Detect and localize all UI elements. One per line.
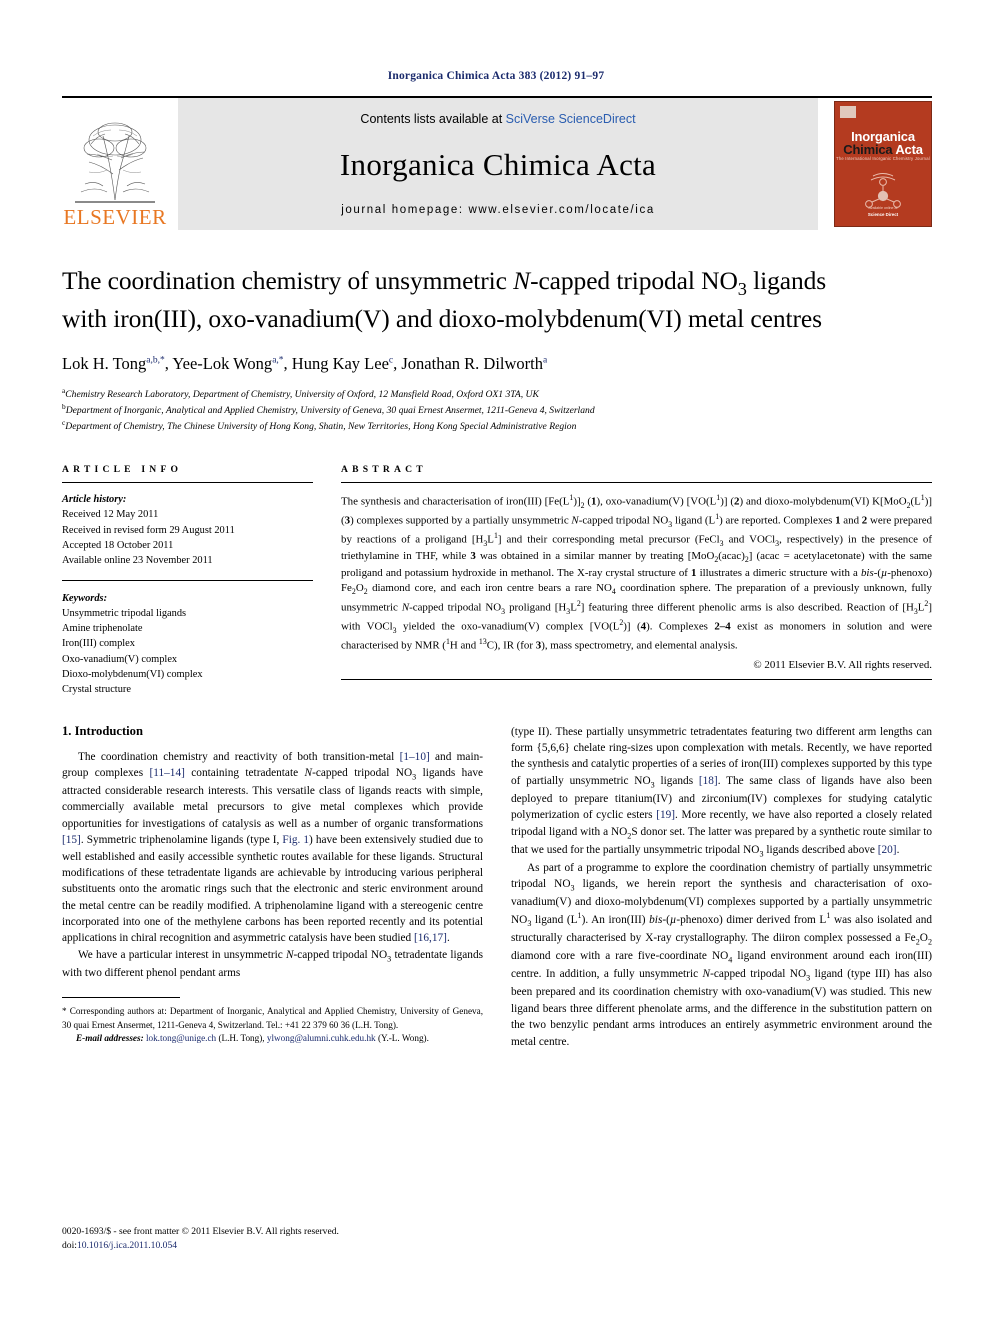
journal-homepage[interactable]: journal homepage: www.elsevier.com/locat…	[341, 204, 655, 216]
intro-paragraph-3: As part of a programme to explore the co…	[511, 861, 933, 1048]
history-item: Received in revised form 29 August 2011	[62, 524, 235, 536]
figure-link[interactable]: Fig. 1	[282, 834, 309, 846]
footnote-rule	[62, 997, 180, 999]
elsevier-wordmark: ELSEVIER	[63, 205, 167, 229]
body-column-left: 1. Introduction The coordination chemist…	[62, 724, 483, 1254]
history-item: Accepted 18 October 2011	[62, 539, 174, 551]
affiliation-item: bDepartment of Inorganic, Analytical and…	[62, 401, 595, 416]
cover-footer: Available online at Science Direct	[835, 206, 931, 217]
doi-line: doi:10.1016/j.ica.2011.10.054	[62, 1240, 178, 1252]
article-history-label: Article history:	[62, 494, 127, 506]
doi-link[interactable]: 10.1016/j.ica.2011.10.054	[77, 1240, 177, 1251]
corresponding-mark: *	[62, 1006, 67, 1017]
history-item: Available online 23 November 2011	[62, 555, 213, 567]
cover-publisher-mark	[840, 106, 856, 118]
elsevier-tree-icon	[69, 114, 161, 206]
citation-link[interactable]: [18]	[699, 775, 718, 787]
keyword-item: Unsymmetric tripodal ligands	[62, 607, 187, 619]
citation-link[interactable]: [20]	[878, 844, 897, 856]
cover-footer-bold: Science Direct	[867, 212, 899, 217]
history-item: Received 12 May 2011	[62, 509, 159, 521]
body-column-right: (type II). These partially unsymmetric t…	[511, 724, 932, 1254]
journal-cover-cell: Inorganica Chimica Acta The Internationa…	[828, 98, 932, 230]
citation-link[interactable]: [16,17]	[414, 932, 447, 944]
abstract-heading: ABSTRACT	[341, 464, 427, 476]
keyword-item: Crystal structure	[62, 684, 131, 696]
journal-cover-thumbnail[interactable]: Inorganica Chimica Acta The Internationa…	[834, 101, 932, 227]
affiliation-item: aChemistry Research Laboratory, Departme…	[62, 385, 539, 400]
email-link-tong[interactable]: lok.tong@unige.ch	[146, 1033, 216, 1043]
email-link-wong[interactable]: ylwong@alumni.cuhk.edu.hk	[267, 1033, 376, 1043]
email-owner-wong: (Y.-L. Wong).	[377, 1032, 429, 1043]
abstract-text: The synthesis and characterisation of ir…	[341, 493, 933, 652]
author-item: Hung Kay Leec	[291, 354, 394, 374]
email-label: E-mail addresses:	[76, 1032, 144, 1043]
email-owner-tong: (L.H. Tong),	[218, 1032, 265, 1043]
journal-title: Inorganica Chimica Acta	[339, 147, 657, 182]
info-top-rule	[62, 482, 313, 484]
issn-line: 0020-1693/$ - see front matter © 2011 El…	[62, 1225, 339, 1237]
author-list: Lok H. Tonga,b,*, Yee-Lok Wonga,*, Hung …	[62, 354, 548, 374]
keyword-item: Amine triphenolate	[62, 623, 143, 635]
article-info-column: ARTICLE INFO Article history: Received 1…	[62, 464, 313, 698]
contents-available-line: Contents lists available at SciVerse Sci…	[360, 112, 635, 126]
page-title: The coordination chemistry of unsymmetri…	[62, 264, 932, 335]
footnote-block: * Corresponding authors at: Department o…	[62, 1005, 483, 1045]
keyword-item: Dioxo-molybdenum(VI) complex	[62, 669, 203, 681]
article-info-heading: ARTICLE INFO	[62, 464, 183, 476]
masthead-center: Contents lists available at SciVerse Sci…	[178, 98, 818, 230]
article-page: Inorganica Chimica Acta 383 (2012) 91–97	[0, 0, 992, 1323]
journal-masthead: ELSEVIER Contents lists available at Sci…	[62, 96, 932, 230]
keywords-block: Keywords: Unsymmetric tripodal ligands A…	[62, 591, 313, 698]
intro-paragraph-1: The coordination chemistry and reactivit…	[62, 750, 483, 945]
citation-link[interactable]: [11–14]	[150, 767, 185, 779]
keyword-item: Iron(III) complex	[62, 638, 135, 650]
contents-prefix: Contents lists available at	[360, 112, 506, 126]
article-history-block: Article history: Received 12 May 2011 Re…	[62, 492, 313, 568]
author-item: Jonathan R. Dilwortha	[401, 354, 548, 374]
author-item: Lok H. Tonga,b,*	[62, 354, 165, 374]
issn-footer: 0020-1693/$ - see front matter © 2011 El…	[62, 1225, 339, 1254]
intro-paragraph-2-cont: (type II). These partially unsymmetric t…	[511, 725, 933, 858]
abstract-bottom-rule	[341, 679, 932, 681]
elsevier-logo: ELSEVIER	[62, 98, 168, 230]
article-body: 1. Introduction The coordination chemist…	[62, 724, 932, 1254]
email-note: E-mail addresses: lok.tong@unige.ch (L.H…	[62, 1032, 483, 1045]
section-heading-introduction: 1. Introduction	[62, 723, 143, 738]
affiliation-item: cDepartment of Chemistry, The Chinese Un…	[62, 417, 577, 433]
affiliation-list: aChemistry Research Laboratory, Departme…	[62, 386, 932, 435]
info-abstract-row: ARTICLE INFO Article history: Received 1…	[62, 464, 932, 698]
keyword-item: Oxo-vanadium(V) complex	[62, 653, 178, 665]
title-line1: The coordination chemistry of unsymmetri…	[62, 266, 827, 300]
title-line2: with iron(III), oxo-vanadium(V) and diox…	[62, 303, 822, 333]
citation-link[interactable]: [19]	[656, 809, 675, 821]
keywords-label: Keywords:	[62, 592, 108, 604]
intro-paragraph-2: We have a particular interest in unsymme…	[62, 948, 483, 979]
title-block: The coordination chemistry of unsymmetri…	[62, 264, 932, 434]
abstract-top-rule	[341, 482, 932, 484]
running-head: Inorganica Chimica Acta 383 (2012) 91–97	[387, 70, 605, 82]
sciencedirect-link[interactable]: SciVerse ScienceDirect	[506, 112, 636, 126]
author-item: Yee-Lok Wonga,*	[172, 354, 284, 374]
cover-molecule-icon	[855, 168, 911, 226]
cover-title-acta: Acta	[895, 142, 923, 157]
citation-link[interactable]: [15]	[62, 834, 81, 846]
abstract-copyright: © 2011 Elsevier B.V. All rights reserved…	[753, 659, 932, 672]
info-mid-rule	[62, 579, 313, 581]
cover-tagline: The International Inorganic Chemistry Jo…	[836, 156, 930, 161]
cover-footer-small: Available online at	[868, 206, 898, 210]
abstract-column: ABSTRACT The synthesis and characterisat…	[341, 464, 932, 698]
cover-title-chimica: Chimica	[843, 142, 893, 157]
cover-title-line2: Chimica Acta	[835, 142, 931, 157]
corresponding-author-note: * Corresponding authors at: Department o…	[62, 1006, 483, 1030]
citation-link[interactable]: [1–10]	[400, 751, 430, 763]
